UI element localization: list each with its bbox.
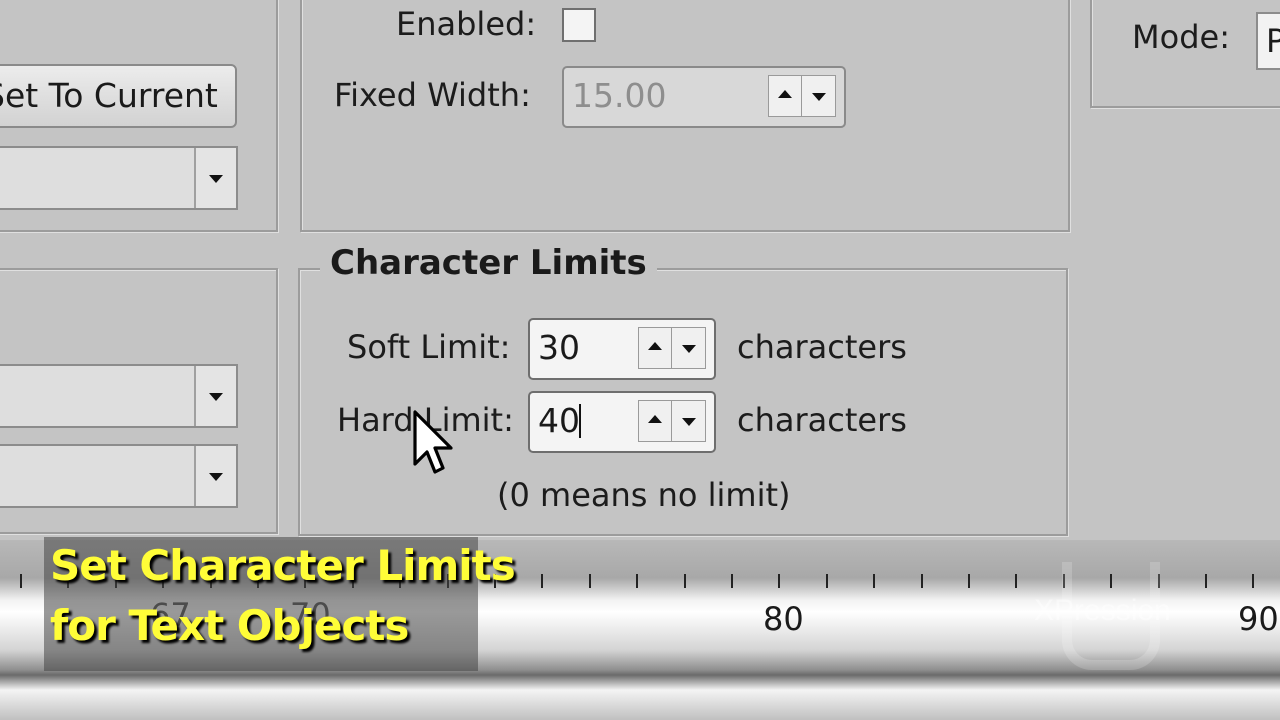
mode-dropdown[interactable]: P [1256,12,1280,70]
ruler-tick [541,574,543,588]
ruler-tick [1252,574,1254,588]
left-top-dropdown[interactable] [0,146,238,210]
caption-line-2: for Text Objects [50,601,409,650]
ruler-tick [873,574,875,588]
arrow-down-icon [682,418,696,426]
spin-up-button[interactable] [769,76,802,116]
arrow-down-icon [812,93,826,101]
spin-buttons [768,75,836,117]
set-to-current-button[interactable]: Set To Current [0,64,237,128]
ruler-tick [636,574,638,588]
mouse-pointer-icon [413,410,453,474]
hard-limit-value[interactable]: 40 [538,393,580,449]
ruler-label-80: 80 [763,600,804,638]
spin-up-button[interactable] [639,328,672,368]
ruler-tick [20,574,22,588]
dropdown-button[interactable] [194,366,236,426]
chevron-down-icon [209,473,223,481]
left-dropdown-1[interactable] [0,364,238,428]
enabled-label: Enabled: [396,5,537,43]
hard-limit-spinner[interactable]: 40 [528,391,716,453]
spin-buttons [638,400,706,442]
ruler-tick [921,574,923,588]
ruler-tick [589,574,591,588]
ruler-label-90: 90 [1238,600,1279,638]
spin-down-button[interactable] [803,76,835,116]
dropdown-button[interactable] [194,148,236,208]
ruler-tick [778,574,780,588]
ruler-tick [968,574,970,588]
dropdown-button[interactable] [194,446,236,506]
hard-limit-unit: characters [737,401,907,439]
chevron-down-icon [209,393,223,401]
spin-buttons [638,327,706,369]
fixed-width-value: 15.00 [572,76,667,115]
arrow-down-icon [682,345,696,353]
arrow-up-icon [648,342,662,350]
chevron-down-icon [209,175,223,183]
ruler-tick [684,574,686,588]
mode-value: P [1266,22,1280,60]
fixed-width-spinner[interactable]: 15.00 [562,66,846,128]
ruler-tick [1205,574,1207,588]
ruler-tick [731,574,733,588]
left-dropdown-2[interactable] [0,444,238,508]
set-to-current-label: Set To Current [0,76,218,115]
fixed-width-label: Fixed Width: [334,76,531,114]
mode-label: Mode: [1132,18,1230,56]
ruler-tick [1015,574,1017,588]
soft-limit-spinner[interactable]: 30 [528,318,716,380]
spin-up-button[interactable] [639,401,672,441]
enabled-checkbox[interactable] [562,8,596,42]
caption-line-1: Set Character Limits [50,541,516,590]
soft-limit-unit: characters [737,328,907,366]
watermark-text: XPression [1034,594,1171,627]
arrow-up-icon [778,90,792,98]
no-limit-note: (0 means no limit) [497,476,791,514]
spin-down-button[interactable] [673,401,705,441]
ruler-tick [826,574,828,588]
soft-limit-label: Soft Limit: [347,328,511,366]
soft-limit-value[interactable]: 30 [538,320,580,376]
character-limits-heading: Character Limits [320,243,657,283]
spin-down-button[interactable] [673,328,705,368]
arrow-up-icon [648,415,662,423]
text-caret [579,404,581,438]
